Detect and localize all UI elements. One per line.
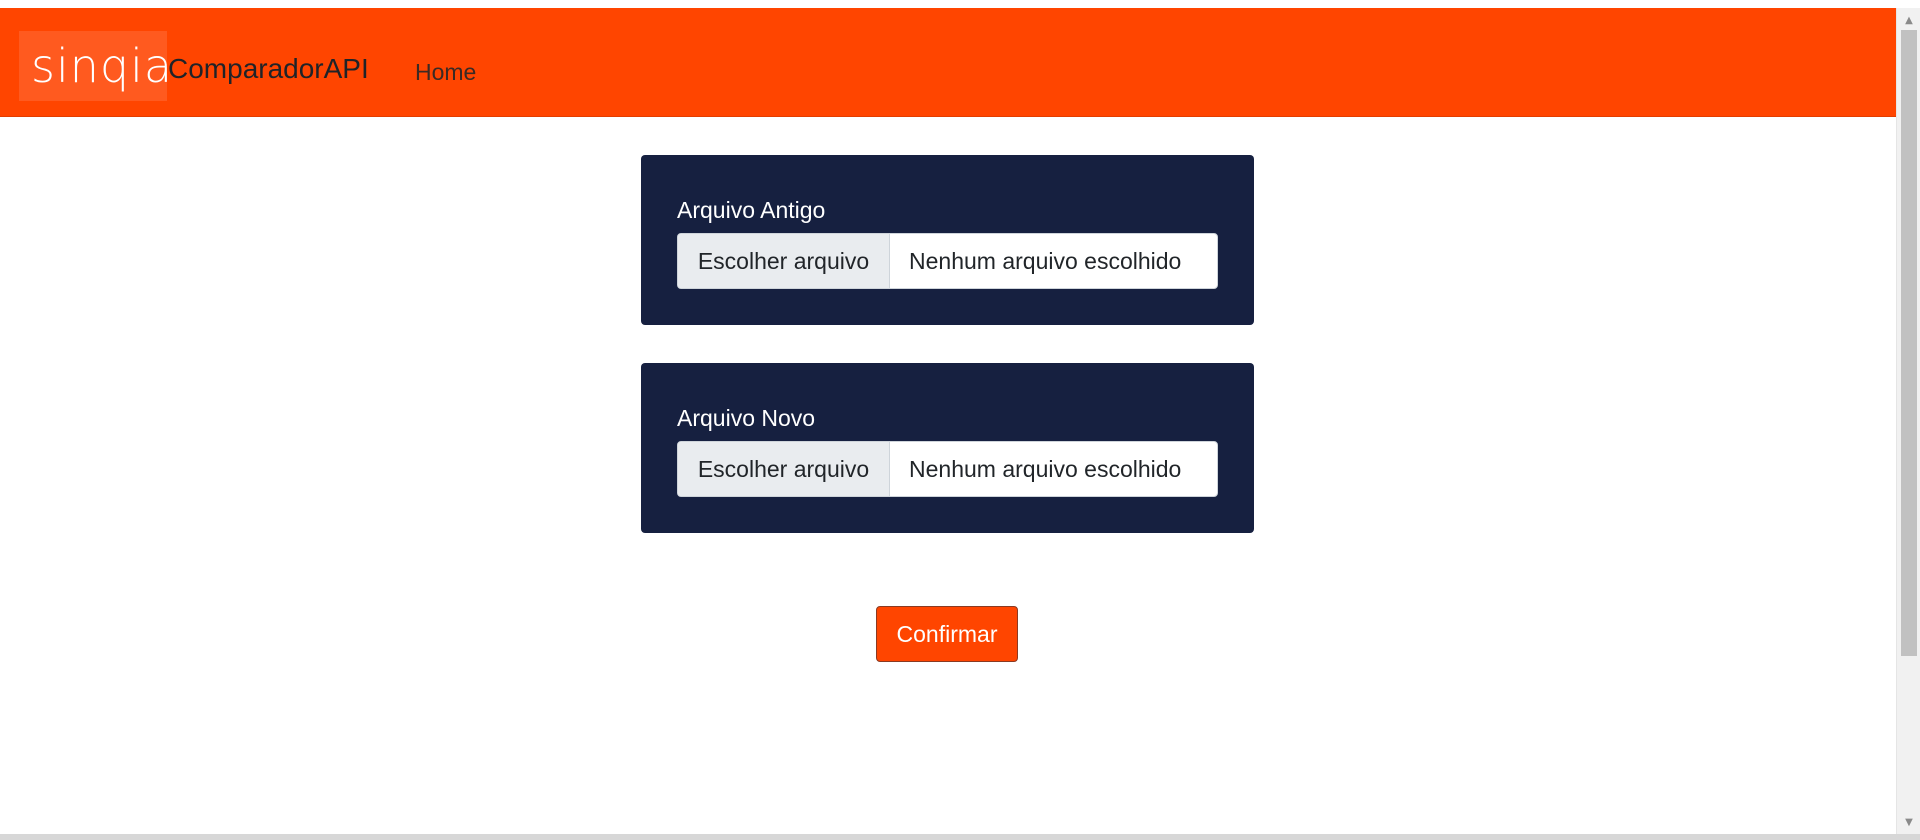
scroll-thumb[interactable] xyxy=(1901,30,1917,656)
page: sinqia ComparadorAPI Home Arquivo Antigo… xyxy=(0,0,1920,840)
nav-home-link[interactable]: Home xyxy=(415,58,476,86)
logo-text: sinqia xyxy=(31,39,174,93)
old-file-label: Arquivo Antigo xyxy=(677,197,826,223)
old-file-choose-button[interactable]: Escolher arquivo xyxy=(678,234,890,288)
scroll-down-arrow-icon[interactable]: ▼ xyxy=(1897,812,1920,832)
old-file-card: Arquivo Antigo Escolher arquivo Nenhum a… xyxy=(641,155,1254,325)
sinqia-logo[interactable]: sinqia xyxy=(19,31,172,101)
new-file-input[interactable]: Escolher arquivo Nenhum arquivo escolhid… xyxy=(677,441,1218,497)
old-file-input[interactable]: Escolher arquivo Nenhum arquivo escolhid… xyxy=(677,233,1218,289)
top-strip xyxy=(0,0,1896,8)
old-file-status[interactable]: Nenhum arquivo escolhido xyxy=(890,234,1217,288)
bottom-border xyxy=(0,834,1920,840)
new-file-choose-button[interactable]: Escolher arquivo xyxy=(678,442,890,496)
brand-name[interactable]: ComparadorAPI xyxy=(168,52,369,86)
scroll-up-arrow-icon[interactable]: ▲ xyxy=(1897,10,1920,30)
new-file-label: Arquivo Novo xyxy=(677,405,816,431)
navbar: sinqia ComparadorAPI Home xyxy=(0,8,1896,117)
confirm-button[interactable]: Confirmar xyxy=(876,606,1018,662)
new-file-status[interactable]: Nenhum arquivo escolhido xyxy=(890,442,1217,496)
new-file-card: Arquivo Novo Escolher arquivo Nenhum arq… xyxy=(641,363,1254,533)
vertical-scrollbar[interactable]: ▲ ▼ xyxy=(1896,8,1920,834)
